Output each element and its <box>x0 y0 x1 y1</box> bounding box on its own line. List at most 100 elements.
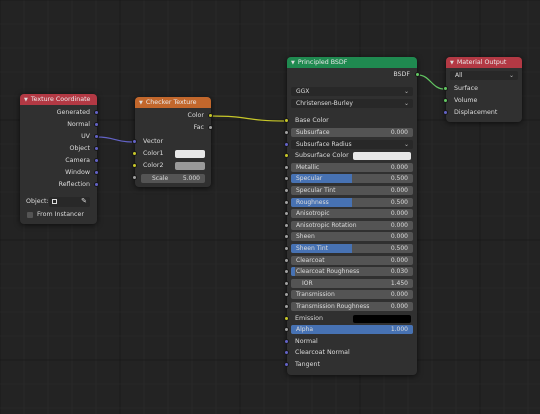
field-value: 0.000 <box>390 187 408 194</box>
distribution-value: GGX <box>296 88 310 95</box>
node-title: Texture Coordinate <box>30 96 91 103</box>
socket-input[interactable] <box>284 199 289 205</box>
input-tangent: Tangent <box>295 361 320 368</box>
field-metallic[interactable]: Metallic 0.000 <box>291 162 413 172</box>
field-label: Subsurface <box>296 129 330 136</box>
field-value: 0.000 <box>390 291 408 299</box>
material-output-node[interactable]: ▼ Material Output All ⌄ Surface Volume Dis… <box>446 57 522 122</box>
input-displacement: Displacement <box>454 109 498 116</box>
socket-color1-in[interactable] <box>132 151 137 156</box>
chevron-down-icon: ⌄ <box>403 100 409 107</box>
field-value: 0.000 <box>390 210 408 218</box>
field-clearcoat-roughness[interactable]: Clearcoat Roughness 0.030 <box>291 267 413 277</box>
subsurface-color-swatch[interactable] <box>353 152 411 161</box>
field-specular-tint[interactable]: Specular Tint 0.000 <box>291 186 413 195</box>
principled-bsdf-header[interactable]: ▼ Principled BSDF <box>287 57 417 68</box>
socket-input[interactable] <box>284 304 289 309</box>
field-value: 0.500 <box>390 245 408 252</box>
color1-swatch[interactable] <box>175 150 205 158</box>
field-subsurface[interactable]: Subsurface 0.000 <box>291 128 413 137</box>
object-cube-icon <box>52 199 57 204</box>
output-window: Window <box>65 169 90 176</box>
socket-window[interactable] <box>94 170 99 175</box>
field-anisotropic-rotation[interactable]: Anisotropic Rotation 0.000 <box>291 220 413 230</box>
socket-input[interactable] <box>284 164 289 170</box>
socket-input[interactable] <box>284 130 289 135</box>
field-label: Transmission <box>296 291 335 299</box>
target-dropdown[interactable]: All ⌄ <box>450 71 518 80</box>
subsurface-radius-dropdown[interactable]: Subsurface Radius ⌄ <box>291 139 413 149</box>
input-volume: Volume <box>454 97 478 104</box>
checker-texture-header[interactable]: ▼ Checker Texture <box>135 97 211 108</box>
field-specular[interactable]: Specular 0.500 <box>291 174 413 184</box>
field-value: 0.000 <box>390 303 408 310</box>
collapse-icon[interactable]: ▼ <box>291 60 295 66</box>
socket-uv[interactable] <box>94 134 99 139</box>
socket-color2-in[interactable] <box>132 163 137 168</box>
scale-value: 5.000 <box>182 175 200 182</box>
socket-input[interactable] <box>284 246 289 251</box>
socket-object[interactable] <box>94 146 99 151</box>
socket-reflection[interactable] <box>94 182 99 187</box>
texture-coordinate-header[interactable]: ▼ Texture Coordinate <box>20 94 97 105</box>
collapse-icon[interactable]: ▼ <box>24 97 28 103</box>
field-ior[interactable]: IOR 1.450 <box>291 278 413 288</box>
checker-texture-node[interactable]: ▼ Checker Texture Color Fac Vector Color1… <box>135 97 211 187</box>
field-transmission[interactable]: Transmission 0.000 <box>291 290 413 300</box>
socket-input[interactable] <box>284 222 289 228</box>
distribution-dropdown[interactable]: GGX ⌄ <box>291 87 413 96</box>
object-picker-field[interactable]: ✎ <box>49 197 90 207</box>
socket-fac-out[interactable] <box>208 125 213 130</box>
target-value: All <box>455 72 463 79</box>
field-label: Anisotropic <box>296 210 330 218</box>
input-surface: Surface <box>454 85 478 92</box>
subsurface-method-value: Christensen-Burley <box>296 100 353 107</box>
field-sheen[interactable]: Sheen 0.000 <box>291 232 413 242</box>
socket-scale-in[interactable] <box>132 175 137 180</box>
socket-input[interactable] <box>284 257 289 263</box>
socket-input[interactable] <box>284 362 289 367</box>
field-sheen-tint[interactable]: Sheen Tint 0.500 <box>291 244 413 253</box>
field-anisotropic[interactable]: Anisotropic 0.000 <box>291 209 413 219</box>
socket-displacement-in[interactable] <box>443 110 448 115</box>
socket-base-color-in[interactable] <box>284 118 289 123</box>
socket-camera[interactable] <box>94 158 99 163</box>
from-instancer-label: From Instancer <box>37 211 84 218</box>
scale-field[interactable]: Scale 5.000 <box>141 174 205 183</box>
field-transmission-roughness[interactable]: Transmission Roughness 0.000 <box>291 302 413 311</box>
field-alpha[interactable]: Alpha 1.000 <box>291 325 413 335</box>
output-color: Color <box>187 112 204 119</box>
color2-swatch[interactable] <box>175 162 205 170</box>
socket-volume-in[interactable] <box>443 98 448 103</box>
field-value: 1.000 <box>390 326 408 334</box>
socket-vector-in[interactable] <box>132 139 137 144</box>
subsurface-color-label: Subsurface Color <box>295 152 349 160</box>
field-roughness[interactable]: Roughness 0.500 <box>291 197 413 207</box>
socket-bsdf-out[interactable] <box>415 72 420 77</box>
from-instancer-checkbox[interactable] <box>27 212 33 218</box>
output-camera: Camera <box>65 157 90 164</box>
socket-input[interactable] <box>284 338 289 344</box>
eyedropper-icon[interactable]: ✎ <box>81 197 87 205</box>
socket-generated[interactable] <box>94 110 99 115</box>
field-label: Alpha <box>296 326 314 334</box>
socket-input[interactable] <box>284 315 289 321</box>
scale-label: Scale <box>152 175 169 182</box>
collapse-icon[interactable]: ▼ <box>139 100 143 106</box>
texture-coordinate-node[interactable]: ▼ Texture Coordinate Generated Normal UV … <box>20 94 97 224</box>
material-output-header[interactable]: ▼ Material Output <box>446 57 522 68</box>
emission-swatch[interactable] <box>353 314 411 323</box>
collapse-icon[interactable]: ▼ <box>450 60 454 66</box>
socket-input[interactable] <box>284 280 289 286</box>
socket-input[interactable] <box>284 141 289 147</box>
input-normal: Normal <box>295 337 318 345</box>
emission-label: Emission <box>295 314 324 322</box>
socket-color-out[interactable] <box>208 113 213 118</box>
socket-input[interactable] <box>284 188 289 193</box>
subsurface-method-dropdown[interactable]: Christensen-Burley ⌄ <box>291 99 413 108</box>
node-title: Material Output <box>456 59 507 66</box>
socket-normal[interactable] <box>94 122 99 127</box>
field-clearcoat[interactable]: Clearcoat 0.000 <box>291 255 413 265</box>
socket-surface-in[interactable] <box>443 86 448 91</box>
principled-bsdf-node[interactable]: ▼ Principled BSDF BSDF GGX ⌄ Christensen-B… <box>287 57 417 375</box>
